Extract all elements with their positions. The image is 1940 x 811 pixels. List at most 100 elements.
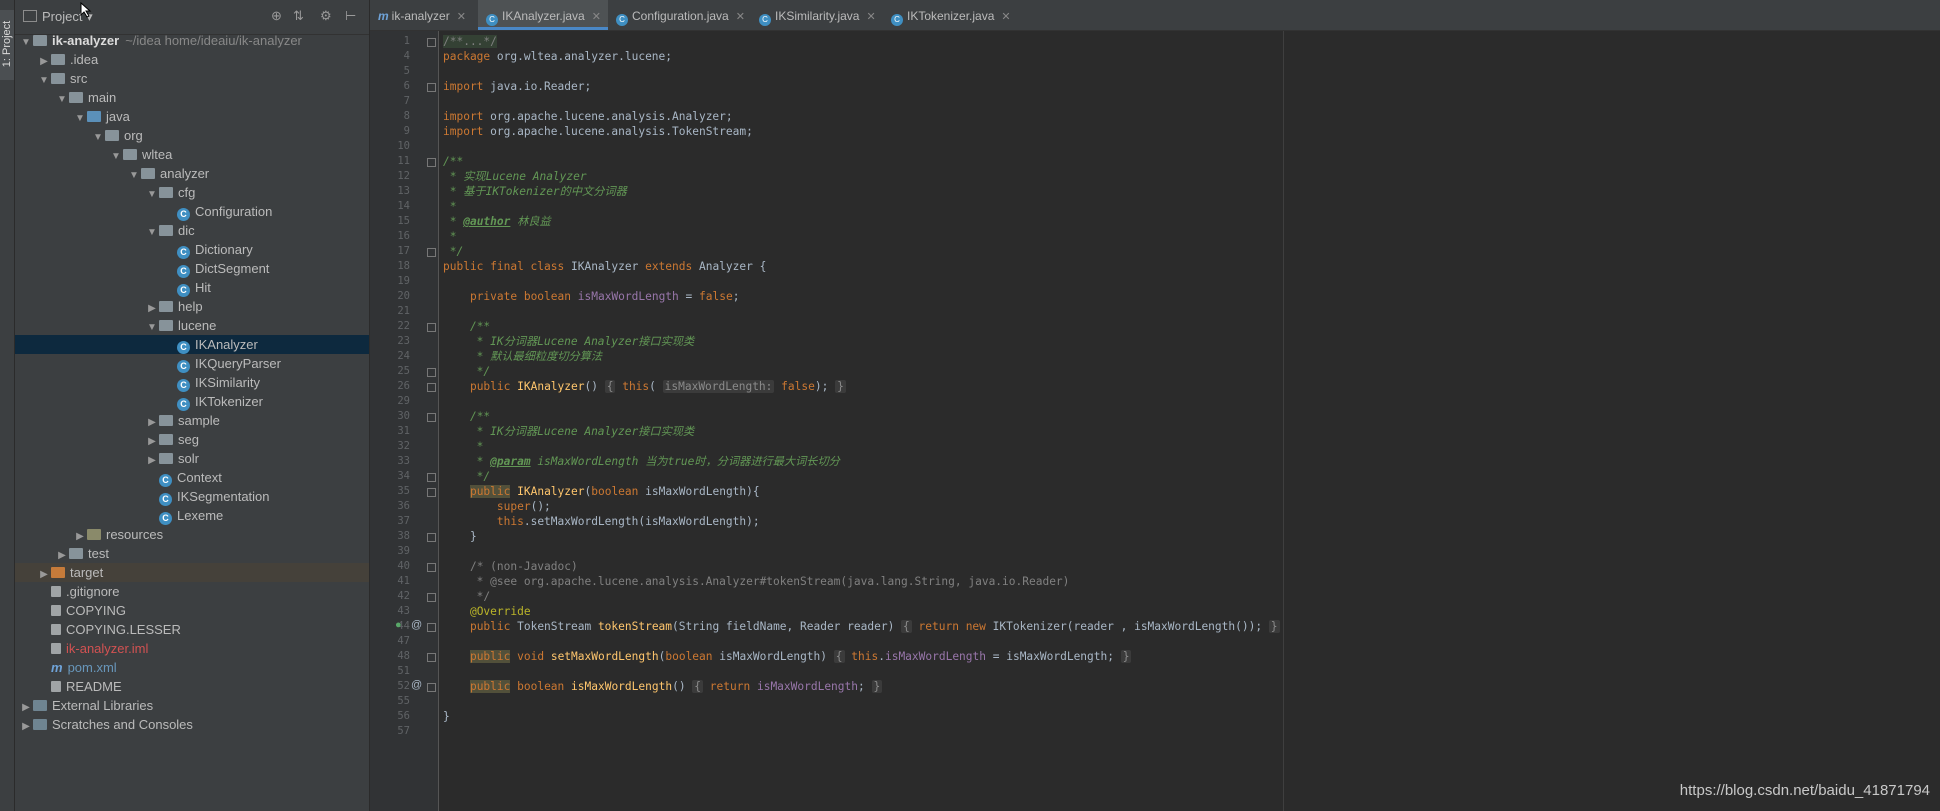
tree-node-help[interactable]: ▶ help [15,297,369,316]
tree-node-label: seg [178,432,199,447]
fold-marker-icon[interactable] [427,488,436,497]
java-class-icon: C [759,14,771,26]
close-tab-icon[interactable]: ✕ [457,11,466,23]
line-number: 47 [397,635,410,647]
tree-node-test[interactable]: ▶ test [15,544,369,563]
line-number: 6 [403,80,410,92]
close-tab-icon[interactable]: ✕ [866,11,875,23]
tree-node-dictionary[interactable]: C Dictionary [15,240,369,259]
tree-node-dic[interactable]: ▼ dic [15,221,369,240]
tree-node-idea[interactable]: ▶ .idea [15,50,369,69]
tree-node-copying[interactable]: COPYING [15,601,369,620]
tree-node-context[interactable]: C Context [15,468,369,487]
fold-marker-icon[interactable] [427,473,436,482]
code-line: } [443,530,477,543]
tree-node-pom-xml[interactable]: m pom.xml [15,658,369,677]
fold-marker-icon[interactable] [427,593,436,602]
editor-tab-bar: m ik-analyzer ✕ C IKAnalyzer.java ✕ C Configura… [370,0,1940,31]
line-number: 7 [403,95,410,107]
tree-node-hit[interactable]: C Hit [15,278,369,297]
fold-marker-icon[interactable] [427,158,436,167]
tree-node-label: test [88,546,109,561]
hide-panel-icon[interactable]: ⊢ [345,8,356,24]
fold-marker-icon[interactable] [427,323,436,332]
fold-marker-icon[interactable] [427,683,436,692]
tree-node-external-libraries[interactable]: ▶ External Libraries [15,696,369,715]
fold-marker-icon[interactable] [427,248,436,257]
tree-node-resources[interactable]: ▶ resources [15,525,369,544]
fold-marker-icon[interactable] [427,533,436,542]
tree-node-iktokenizer[interactable]: C IKTokenizer [15,392,369,411]
tree-node-readme[interactable]: README [15,677,369,696]
fold-marker-icon[interactable] [427,563,436,572]
scroll-from-source-icon[interactable]: ⊕ [271,8,282,24]
tree-node-cfg[interactable]: ▼ cfg [15,183,369,202]
java-class-icon: C [177,246,190,259]
java-class-icon: C [177,379,190,392]
package-icon [159,453,173,464]
tree-node-label: org [124,128,143,143]
tree-node-lexeme[interactable]: C Lexeme [15,506,369,525]
editor-tab-iksimilarity-java[interactable]: C IKSimilarity.java ✕ [751,0,883,30]
close-tab-icon[interactable]: ✕ [1001,11,1010,23]
tree-node-ikqueryparser[interactable]: C IKQueryParser [15,354,369,373]
editor-tab-iktokenizer-java[interactable]: C IKTokenizer.java ✕ [883,0,1011,30]
line-number: 57 [397,725,410,737]
tree-node-analyzer[interactable]: ▼ analyzer [15,164,369,183]
code-editor[interactable]: /**...*/ package org.wltea.analyzer.lucen… [439,31,1940,811]
line-number: 55 [397,695,410,707]
target-folder-icon [51,567,65,578]
close-tab-icon[interactable]: ✕ [736,11,745,23]
gear-icon[interactable]: ⚙ [320,8,332,24]
tree-node-dictsegment[interactable]: C DictSegment [15,259,369,278]
code-line: * 默认最细粒度切分算法 [443,350,603,363]
fold-marker-icon[interactable] [427,38,436,47]
tree-node-seg[interactable]: ▶ seg [15,430,369,449]
override-method-icon[interactable]: ● [395,619,402,631]
tree-node-ik-analyzer[interactable]: ▼ ik-analyzer ~/idea home/ideaiu/ik-analyz… [15,31,369,50]
code-line: public boolean isMaxWordLength() { retur… [469,680,883,693]
tree-node-iksimilarity[interactable]: C IKSimilarity [15,373,369,392]
editor-tab-ik-analyzer[interactable]: m ik-analyzer ✕ [370,0,478,30]
package-icon [159,225,173,236]
file-icon [51,681,61,692]
java-class-icon: C [177,208,190,221]
tree-node-scratches-and-consoles[interactable]: ▶ Scratches and Consoles [15,715,369,734]
fold-marker-icon[interactable] [427,368,436,377]
tree-node-java[interactable]: ▼ java [15,107,369,126]
tree-node-copying-lesser[interactable]: COPYING.LESSER [15,620,369,639]
line-number: 31 [397,425,410,437]
tree-node-gitignore[interactable]: .gitignore [15,582,369,601]
tree-node-ik-analyzer-iml[interactable]: ik-analyzer.iml [15,639,369,658]
watermark: https://blog.csdn.net/baidu_41871794 [1679,782,1930,799]
fold-marker-icon[interactable] [427,653,436,662]
java-class-icon: C [616,14,628,26]
tree-node-iksegmentation[interactable]: C IKSegmentation [15,487,369,506]
tree-node-configuration[interactable]: C Configuration [15,202,369,221]
tree-node-src[interactable]: ▼ src [15,69,369,88]
fold-marker-icon[interactable] [427,413,436,422]
collapsed-arrow-icon[interactable]: ▶ [19,717,33,736]
close-tab-icon[interactable]: ✕ [592,11,601,23]
tree-node-main[interactable]: ▼ main [15,88,369,107]
tree-node-wltea[interactable]: ▼ wltea [15,145,369,164]
fold-marker-icon[interactable] [427,623,436,632]
project-tool-tab[interactable]: 1: Project [0,10,14,80]
code-line: @Override [469,605,531,618]
package-icon [159,320,173,331]
line-number: 10 [397,140,410,152]
tree-node-sample[interactable]: ▶ sample [15,411,369,430]
project-tool-tab-label: 1: Project [1,20,13,68]
java-class-icon: C [159,493,172,506]
tree-node-lucene[interactable]: ▼ lucene [15,316,369,335]
tree-node-ikanalyzer[interactable]: C IKAnalyzer [15,335,369,354]
tree-node-solr[interactable]: ▶ solr [15,449,369,468]
fold-marker-icon[interactable] [427,83,436,92]
fold-marker-icon[interactable] [427,383,436,392]
tree-node-org[interactable]: ▼ org [15,126,369,145]
tree-node-target[interactable]: ▶ target [15,563,369,582]
editor-tab-ikanalyzer-java[interactable]: C IKAnalyzer.java ✕ [478,0,608,30]
collapse-all-icon[interactable]: ⇅ [293,8,304,24]
editor-tab-configuration-java[interactable]: C Configuration.java ✕ [608,0,751,30]
line-number: 43 [397,605,410,617]
